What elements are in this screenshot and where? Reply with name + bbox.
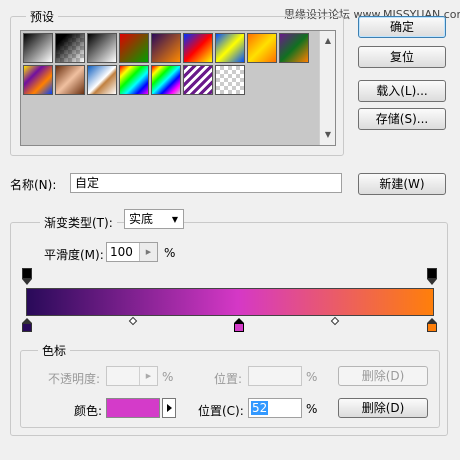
color-stop-left[interactable] <box>22 318 32 332</box>
opacity-stepper-icon[interactable]: ▶ <box>139 367 157 385</box>
color-label: 颜色: <box>74 404 103 418</box>
preset-swatch-spectrum[interactable] <box>119 65 149 95</box>
color-stop-right[interactable] <box>427 318 437 332</box>
gradient-type-value: 实底 <box>129 212 154 226</box>
ok-button[interactable]: 确定 <box>358 16 446 38</box>
scroll-down-icon[interactable]: ▼ <box>320 127 336 143</box>
preset-swatch-transparent-stripes[interactable] <box>183 65 213 95</box>
opacity-stop-right[interactable] <box>427 268 437 288</box>
reset-button[interactable]: 复位 <box>358 46 446 68</box>
preset-swatch-copper[interactable] <box>55 65 85 95</box>
preset-swatch-yellow-violet-orange-blue[interactable] <box>23 65 53 95</box>
preset-swatch-transparent-rainbow[interactable] <box>151 65 181 95</box>
location-label: 位置(C): <box>198 404 244 418</box>
delete-opacity-stop-button[interactable]: 删除(D) <box>338 366 428 386</box>
smoothness-value: 100 <box>110 245 133 259</box>
stops-legend: 色标 <box>38 342 71 359</box>
opacity-unit: % <box>162 370 174 384</box>
name-input[interactable]: 自定 <box>70 173 342 193</box>
scroll-up-icon[interactable]: ▲ <box>320 33 336 49</box>
opacity-label: 不透明度: <box>48 372 101 386</box>
preset-swatch-violet-green-orange[interactable] <box>279 33 309 63</box>
preset-swatch-transparent[interactable] <box>215 65 245 95</box>
delete-color-stop-button[interactable]: 删除(D) <box>338 398 428 418</box>
preset-swatch-chrome[interactable] <box>87 65 117 95</box>
opacity-input[interactable]: ▶ <box>106 366 158 386</box>
preset-scrollbar[interactable]: ▲ ▼ <box>319 31 335 145</box>
chevron-down-icon: ▼ <box>171 215 178 224</box>
color-stop-middle[interactable] <box>234 318 244 332</box>
preset-swatch-orange-yellow-orange[interactable] <box>247 33 277 63</box>
preset-swatch-black-white[interactable] <box>23 33 53 63</box>
preset-swatch-black-white-2[interactable] <box>87 33 117 63</box>
presets-legend: 预设 <box>26 8 59 25</box>
opacity-location-input[interactable] <box>248 366 302 386</box>
color-menu-arrow-icon[interactable] <box>162 398 176 418</box>
save-button[interactable]: 存储(S)... <box>358 108 446 130</box>
preset-swatch-black-transparent[interactable] <box>55 33 85 63</box>
opacity-stop-left[interactable] <box>22 268 32 288</box>
gradient-type-label: 渐变类型(T): <box>40 214 117 231</box>
opacity-location-label: 位置: <box>214 372 243 386</box>
smoothness-input[interactable]: 100 ▶ <box>106 242 158 262</box>
location-input[interactable]: 52 <box>248 398 302 418</box>
opacity-location-unit: % <box>306 370 318 384</box>
preset-swatch-area[interactable]: ▲ ▼ <box>20 30 336 146</box>
gradient-preview-bar[interactable] <box>26 288 434 316</box>
stop-color-swatch[interactable] <box>106 398 160 418</box>
smoothness-stepper-icon[interactable]: ▶ <box>139 243 157 261</box>
smoothness-unit: % <box>164 246 176 260</box>
load-button[interactable]: 载入(L)... <box>358 80 446 102</box>
new-button[interactable]: 新建(W) <box>358 173 446 195</box>
location-unit: % <box>306 402 318 416</box>
location-value: 52 <box>251 401 269 415</box>
gradient-type-select[interactable]: 实底 ▼ <box>124 209 184 229</box>
smoothness-label: 平滑度(M): <box>44 248 104 262</box>
preset-swatch-blue-red-yellow[interactable] <box>183 33 213 63</box>
preset-swatch-blue-yellow-blue[interactable] <box>215 33 245 63</box>
name-label: 名称(N): <box>10 178 57 192</box>
preset-swatch-violet-orange[interactable] <box>151 33 181 63</box>
preset-swatch-red-green[interactable] <box>119 33 149 63</box>
